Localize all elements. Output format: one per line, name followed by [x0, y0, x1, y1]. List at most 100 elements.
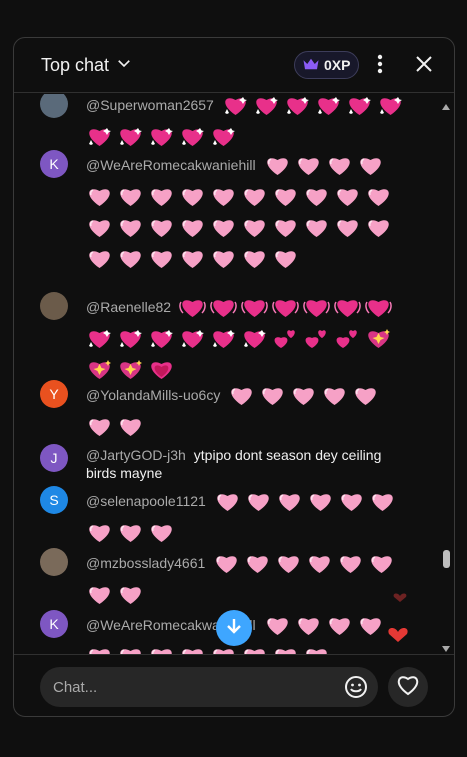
pink-heart-emoji [179, 185, 206, 209]
author-name[interactable]: @Superwoman2657 [86, 97, 214, 113]
avatar[interactable]: K [40, 150, 68, 178]
top-chat-dropdown[interactable]: Top chat [41, 54, 133, 77]
pink-heart-emoji [148, 247, 175, 271]
emoji-picker-button[interactable] [344, 675, 368, 699]
scroll-up-arrow[interactable] [441, 98, 451, 110]
avatar[interactable] [40, 94, 68, 118]
pink-heart-emoji [357, 614, 384, 638]
avatar-letter: K [49, 156, 59, 172]
xp-value: 0XP [324, 57, 351, 73]
pink-heart-emoji [321, 384, 348, 408]
two-hearts-emoji [272, 327, 299, 351]
heart-with-sparkles-emoji [117, 358, 144, 382]
pink-heart-emoji [179, 645, 206, 654]
beating-heart-emoji [179, 296, 206, 320]
author-name[interactable]: @WeAreRomecakwaniehill [86, 157, 256, 173]
close-button[interactable] [410, 52, 438, 80]
chevron-down-icon [115, 54, 133, 77]
chat-footer: Chat... [14, 654, 454, 716]
pink-heart-emoji [303, 216, 330, 240]
author-name[interactable]: @selenapoole1121 [86, 493, 206, 509]
sparkling-heart-emoji [222, 94, 249, 118]
growing-heart-emoji [148, 358, 175, 382]
close-icon [415, 55, 433, 78]
pink-heart-emoji [245, 490, 272, 514]
pink-heart-emoji [179, 216, 206, 240]
pink-heart-emoji [365, 216, 392, 240]
sparkling-heart-emoji [210, 125, 237, 149]
pink-heart-emoji [210, 247, 237, 271]
xp-badge[interactable]: 0XP [294, 51, 360, 79]
sparkling-heart-emoji [117, 125, 144, 149]
chat-message: Y @YolandaMills-uo6cy [40, 380, 420, 440]
jump-to-bottom-button[interactable] [216, 610, 252, 646]
pink-heart-emoji [272, 247, 299, 271]
author-name[interactable]: @JartyGOD-j3h [86, 447, 186, 463]
more-options-button[interactable] [368, 52, 392, 80]
pink-heart-emoji [148, 185, 175, 209]
send-heart-button[interactable] [388, 667, 428, 707]
floating-reactions [384, 584, 424, 644]
pink-heart-emoji [86, 415, 113, 439]
message-content: @mzbosslady4661 [86, 548, 408, 610]
avatar[interactable] [40, 548, 68, 576]
sparkling-heart-emoji [179, 327, 206, 351]
pink-heart-emoji [86, 247, 113, 271]
beating-heart-emoji [210, 296, 237, 320]
pink-heart-emoji [148, 645, 175, 654]
avatar[interactable]: K [40, 610, 68, 638]
chat-header: Top chat 0XP [14, 38, 454, 93]
pink-heart-emoji [303, 645, 330, 654]
avatar-letter: S [49, 492, 59, 508]
chat-message: S @selenapoole1121 [40, 486, 420, 546]
chat-input[interactable]: Chat... [40, 667, 378, 707]
smiley-icon [344, 676, 368, 703]
pink-heart-emoji [352, 384, 379, 408]
pink-heart-emoji [306, 552, 333, 576]
author-name[interactable]: @mzbosslady4661 [86, 555, 205, 571]
pink-heart-emoji [276, 490, 303, 514]
pink-heart-emoji [326, 154, 353, 178]
pink-heart-emoji [228, 384, 255, 408]
sparkling-heart-emoji [253, 94, 280, 118]
author-name[interactable]: @YolandaMills-uo6cy [86, 387, 220, 403]
scroll-down-arrow[interactable] [441, 640, 451, 652]
avatar[interactable]: J [40, 444, 68, 472]
pink-heart-emoji [86, 521, 113, 545]
sparkling-heart-emoji [377, 94, 404, 118]
pink-heart-emoji [337, 552, 364, 576]
sparkling-heart-emoji [315, 94, 342, 118]
avatar[interactable] [40, 292, 68, 320]
heart-with-sparkles-emoji [86, 358, 113, 382]
message-content: @selenapoole1121 [86, 486, 408, 548]
avatar[interactable]: Y [40, 380, 68, 408]
chat-message: @mzbosslady4661 [40, 548, 420, 608]
message-content: @Superwoman2657 [86, 94, 408, 152]
author-name[interactable]: @Raenelle82 [86, 299, 171, 315]
heart-with-sparkles-emoji [365, 327, 392, 351]
pink-heart-emoji [117, 583, 144, 607]
pink-heart-emoji [334, 216, 361, 240]
arrow-down-icon [224, 616, 244, 641]
chat-message-list[interactable]: @Superwoman2657 K @WeAreRomecakwaniehill… [14, 94, 454, 654]
chat-input-placeholder: Chat... [53, 678, 98, 696]
pink-heart-emoji [241, 216, 268, 240]
pink-heart-emoji [275, 552, 302, 576]
message-content: @Raenelle82 [86, 292, 408, 385]
sparkling-heart-emoji [241, 327, 268, 351]
pink-heart-emoji [272, 216, 299, 240]
pink-heart-emoji [86, 185, 113, 209]
avatar-letter: K [49, 616, 59, 632]
pink-heart-emoji [334, 185, 361, 209]
beating-heart-emoji [272, 296, 299, 320]
pink-heart-emoji [241, 645, 268, 654]
avatar[interactable]: S [40, 486, 68, 514]
scrollbar-thumb[interactable] [443, 550, 450, 568]
beating-heart-emoji [334, 296, 361, 320]
pink-heart-emoji [210, 216, 237, 240]
chat-mode-label: Top chat [41, 55, 110, 75]
sparkling-heart-emoji [346, 94, 373, 118]
sparkling-heart-emoji [86, 125, 113, 149]
pink-heart-emoji [244, 552, 271, 576]
pink-heart-emoji [210, 185, 237, 209]
